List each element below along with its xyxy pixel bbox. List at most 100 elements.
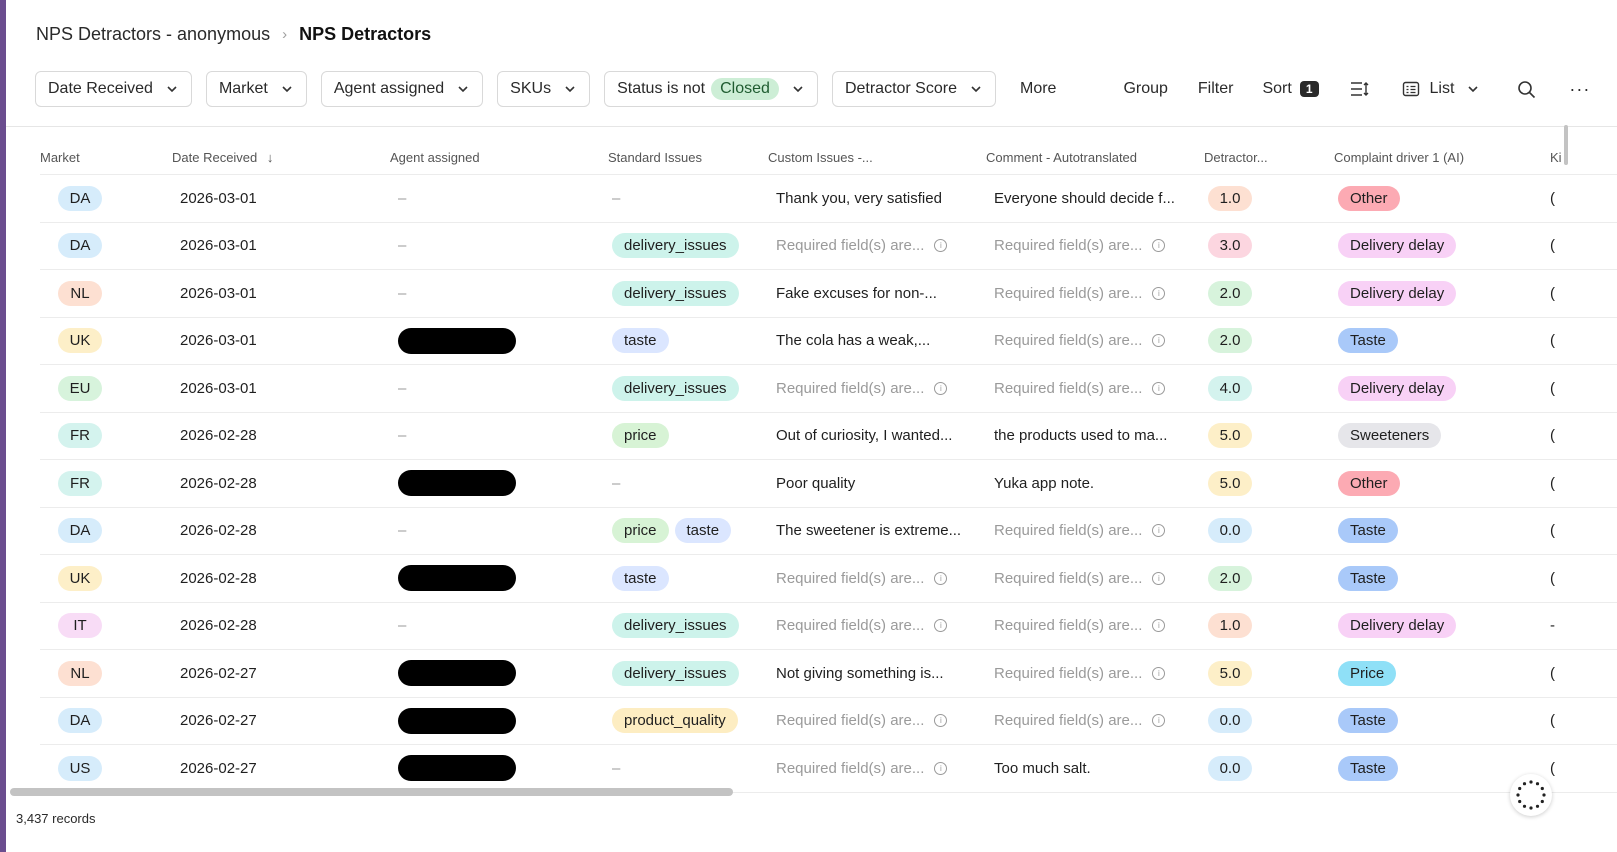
cell-extra[interactable]: ( [1544, 475, 1584, 492]
cell-comment[interactable]: Required field(s) are... i [986, 665, 1204, 682]
cell-complaint-driver[interactable]: Other [1334, 185, 1544, 211]
column-header-standard-issues[interactable]: Standard Issues [608, 150, 768, 165]
group-button[interactable]: Group [1123, 80, 1167, 98]
cell-detractor-score[interactable]: 2.0 [1204, 565, 1334, 591]
table-row[interactable]: NL 2026-03-01 – delivery_issues Fake excuses… [40, 270, 1617, 318]
cell-standard-issues[interactable]: product_quality [608, 708, 768, 734]
cell-date[interactable]: 2026-02-28 [172, 475, 390, 492]
cell-standard-issues[interactable]: taste [608, 328, 768, 354]
cell-agent[interactable]: – [390, 617, 608, 634]
cell-date[interactable]: 2026-02-28 [172, 570, 390, 587]
cell-agent[interactable] [390, 565, 608, 592]
cell-market[interactable]: US [40, 755, 172, 781]
table-row[interactable]: FR 2026-02-28 – Poor quality Yuka app note. 5… [40, 460, 1617, 508]
cell-complaint-driver[interactable]: Other [1334, 470, 1544, 496]
cell-market[interactable]: DA [40, 708, 172, 734]
cell-agent[interactable] [390, 755, 608, 782]
cell-extra[interactable]: ( [1544, 332, 1584, 349]
cell-standard-issues[interactable]: – [608, 475, 768, 492]
cell-extra[interactable]: ( [1544, 190, 1584, 207]
cell-complaint-driver[interactable]: Taste [1334, 518, 1544, 544]
cell-detractor-score[interactable]: 5.0 [1204, 470, 1334, 496]
cell-date[interactable]: 2026-03-01 [172, 380, 390, 397]
cell-market[interactable]: DA [40, 185, 172, 211]
cell-comment[interactable]: Required field(s) are... i [986, 380, 1204, 397]
table-row[interactable]: DA 2026-03-01 – – Thank you, very satisfied E… [40, 175, 1617, 223]
table-row[interactable]: FR 2026-02-28 – price Out of curiosity, I wa… [40, 413, 1617, 460]
cell-detractor-score[interactable]: 1.0 [1204, 613, 1334, 639]
table-row[interactable]: DA 2026-02-28 – price taste The sweetener is … [40, 508, 1617, 555]
column-header-complaint-driver[interactable]: Complaint driver 1 (AI) [1334, 150, 1544, 165]
cell-comment[interactable]: Everyone should decide f... [986, 190, 1204, 207]
cell-agent[interactable]: – [390, 380, 608, 397]
cell-detractor-score[interactable]: 0.0 [1204, 755, 1334, 781]
cell-date[interactable]: 2026-03-01 [172, 332, 390, 349]
cell-custom-issues[interactable]: Required field(s) are... i [768, 237, 986, 254]
cell-agent[interactable] [390, 327, 608, 354]
cell-market[interactable]: IT [40, 613, 172, 639]
cell-agent[interactable]: – [390, 427, 608, 444]
row-height-button[interactable] [1349, 80, 1369, 98]
cell-extra[interactable]: ( [1544, 665, 1584, 682]
cell-complaint-driver[interactable]: Taste [1334, 565, 1544, 591]
cell-extra[interactable]: ( [1544, 285, 1584, 302]
cell-market[interactable]: NL [40, 660, 172, 686]
cell-custom-issues[interactable]: Out of curiosity, I wanted... [768, 427, 986, 444]
table-row[interactable]: DA 2026-03-01 – delivery_issues Required fie… [40, 223, 1617, 270]
cell-extra[interactable]: ( [1544, 380, 1584, 397]
filter-status[interactable]: Status is not Closed [604, 71, 818, 107]
cell-date[interactable]: 2026-02-28 [172, 617, 390, 634]
cell-comment[interactable]: Required field(s) are... i [986, 237, 1204, 254]
filter-date-received[interactable]: Date Received [35, 71, 192, 107]
cell-standard-issues[interactable]: delivery_issues [608, 660, 768, 686]
cell-market[interactable]: EU [40, 375, 172, 401]
cell-custom-issues[interactable]: Thank you, very satisfied [768, 190, 986, 207]
cell-extra[interactable]: ( [1544, 712, 1584, 729]
table-row[interactable]: DA 2026-02-27 product_quality Required fiel… [40, 698, 1617, 745]
cell-standard-issues[interactable]: price taste [608, 518, 768, 544]
cell-comment[interactable]: Required field(s) are... i [986, 285, 1204, 302]
cell-comment[interactable]: Required field(s) are... i [986, 332, 1204, 349]
cell-market[interactable]: FR [40, 470, 172, 496]
table-row[interactable]: EU 2026-03-01 – delivery_issues Required fie… [40, 365, 1617, 413]
column-header-date-received[interactable]: Date Received ↓ [172, 150, 390, 165]
table-row[interactable]: IT 2026-02-28 – delivery_issues Required fie… [40, 603, 1617, 650]
cell-agent[interactable]: – [390, 190, 608, 207]
cell-extra[interactable]: ( [1544, 237, 1584, 254]
filter-detractor-score[interactable]: Detractor Score [831, 71, 996, 107]
cell-detractor-score[interactable]: 2.0 [1204, 328, 1334, 354]
cell-custom-issues[interactable]: Required field(s) are... i [768, 712, 986, 729]
cell-complaint-driver[interactable]: Delivery delay [1334, 613, 1544, 639]
cell-agent[interactable] [390, 470, 608, 497]
view-selector[interactable]: List [1402, 80, 1481, 98]
cell-standard-issues[interactable]: delivery_issues [608, 613, 768, 639]
cell-complaint-driver[interactable]: Price [1334, 660, 1544, 686]
cell-custom-issues[interactable]: Required field(s) are... i [768, 570, 986, 587]
cell-custom-issues[interactable]: Required field(s) are... i [768, 617, 986, 634]
table-row[interactable]: UK 2026-03-01 taste The cola has a weak,...… [40, 318, 1617, 365]
cell-detractor-score[interactable]: 5.0 [1204, 660, 1334, 686]
cell-date[interactable]: 2026-03-01 [172, 237, 390, 254]
cell-extra[interactable]: ( [1544, 522, 1584, 539]
cell-comment[interactable]: Required field(s) are... i [986, 712, 1204, 729]
cell-detractor-score[interactable]: 4.0 [1204, 375, 1334, 401]
cell-detractor-score[interactable]: 1.0 [1204, 185, 1334, 211]
filter-agent-assigned[interactable]: Agent assigned [320, 71, 484, 107]
filter-skus[interactable]: SKUs [497, 71, 591, 107]
column-header-detractor-score[interactable]: Detractor... [1204, 150, 1334, 165]
cell-complaint-driver[interactable]: Taste [1334, 328, 1544, 354]
column-header-agent[interactable]: Agent assigned [390, 150, 608, 165]
cell-standard-issues[interactable]: price [608, 423, 768, 449]
cell-extra[interactable]: ( [1544, 427, 1584, 444]
cell-agent[interactable]: – [390, 237, 608, 254]
filter-market[interactable]: Market [205, 71, 307, 107]
cell-complaint-driver[interactable]: Sweeteners [1334, 423, 1544, 449]
table-row[interactable]: NL 2026-02-27 delivery_issues Not giving so… [40, 650, 1617, 698]
cell-comment[interactable]: Required field(s) are... i [986, 522, 1204, 539]
cell-comment[interactable]: Too much salt. [986, 760, 1204, 777]
cell-extra[interactable]: - [1544, 617, 1584, 634]
cell-market[interactable]: FR [40, 423, 172, 449]
cell-custom-issues[interactable]: Required field(s) are... i [768, 760, 986, 777]
cell-date[interactable]: 2026-03-01 [172, 285, 390, 302]
cell-date[interactable]: 2026-02-27 [172, 760, 390, 777]
